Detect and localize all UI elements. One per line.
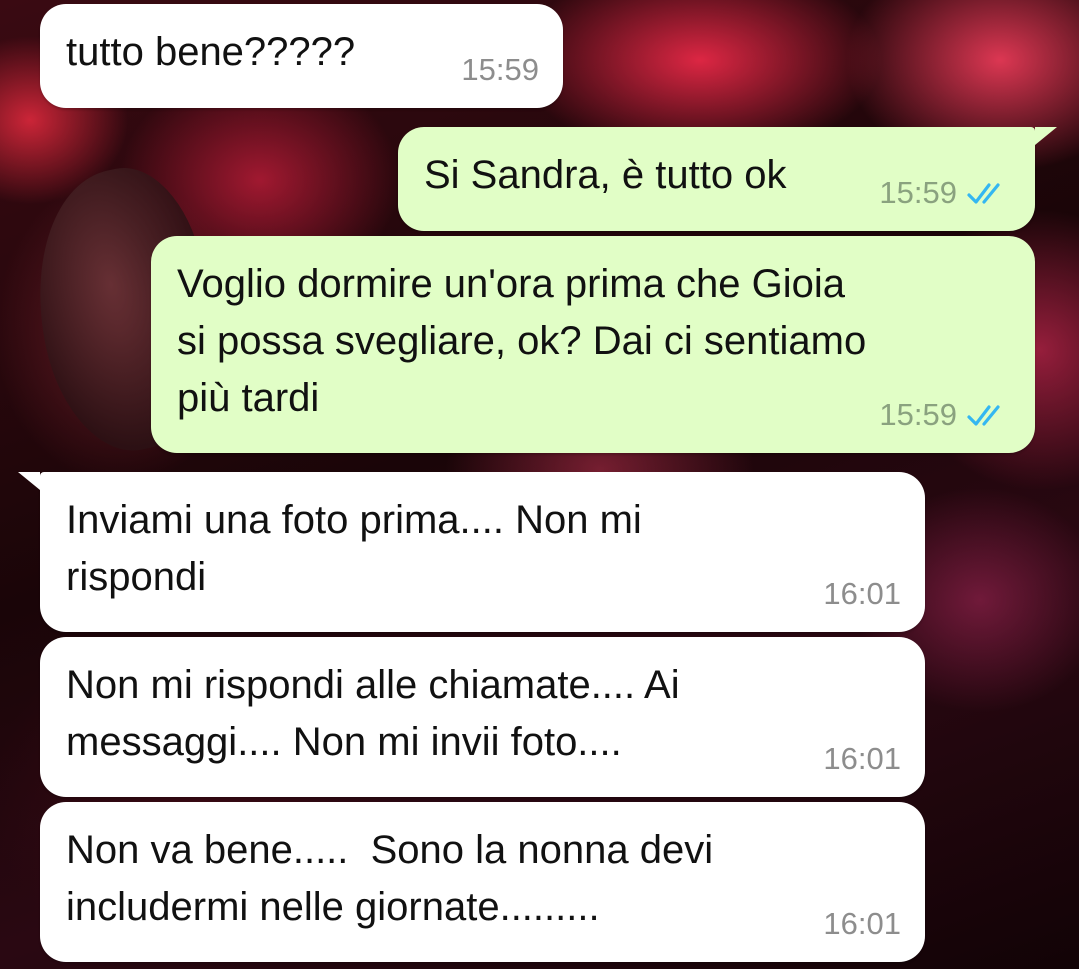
message-text: Non mi rispondi alle chiamate.... Ai mes…	[66, 663, 680, 764]
message-bubble-incoming[interactable]: tutto bene????? 15:59	[40, 4, 563, 108]
message-timestamp: 16:01	[823, 576, 901, 611]
message-text: Voglio dormire un'ora prima che Gioia si…	[177, 262, 867, 420]
message-meta: 16:01	[823, 906, 901, 942]
message-bubble-outgoing[interactable]: Si Sandra, è tutto ok 15:59	[398, 127, 1035, 231]
message-bubble-incoming[interactable]: Non va bene..... Sono la nonna devi incl…	[40, 802, 925, 962]
message-meta: 15:59	[879, 397, 1011, 433]
message-timestamp: 15:59	[879, 175, 957, 210]
message-bubble-incoming[interactable]: Inviami una foto prima.... Non mi rispon…	[40, 472, 925, 632]
message-text: Inviami una foto prima.... Non mi rispon…	[66, 498, 642, 599]
bubble-tail-outgoing	[1035, 127, 1057, 145]
message-meta: 15:59	[461, 52, 539, 88]
double-check-read-icon	[967, 405, 1000, 426]
message-bubble-outgoing[interactable]: Voglio dormire un'ora prima che Gioia si…	[151, 236, 1035, 453]
message-timestamp: 16:01	[823, 906, 901, 941]
double-check-read-icon	[967, 183, 1000, 204]
message-meta: 16:01	[823, 741, 901, 777]
message-text: Si Sandra, è tutto ok	[424, 153, 787, 197]
message-text: tutto bene?????	[66, 30, 356, 74]
message-timestamp: 15:59	[461, 52, 539, 87]
message-timestamp: 16:01	[823, 741, 901, 776]
bubble-tail-incoming	[18, 472, 40, 490]
message-timestamp: 15:59	[879, 397, 957, 432]
message-bubble-incoming[interactable]: Non mi rispondi alle chiamate.... Ai mes…	[40, 637, 925, 797]
message-meta: 16:01	[823, 576, 901, 612]
message-text: Non va bene..... Sono la nonna devi incl…	[66, 828, 714, 929]
message-meta: 15:59	[879, 175, 1011, 211]
